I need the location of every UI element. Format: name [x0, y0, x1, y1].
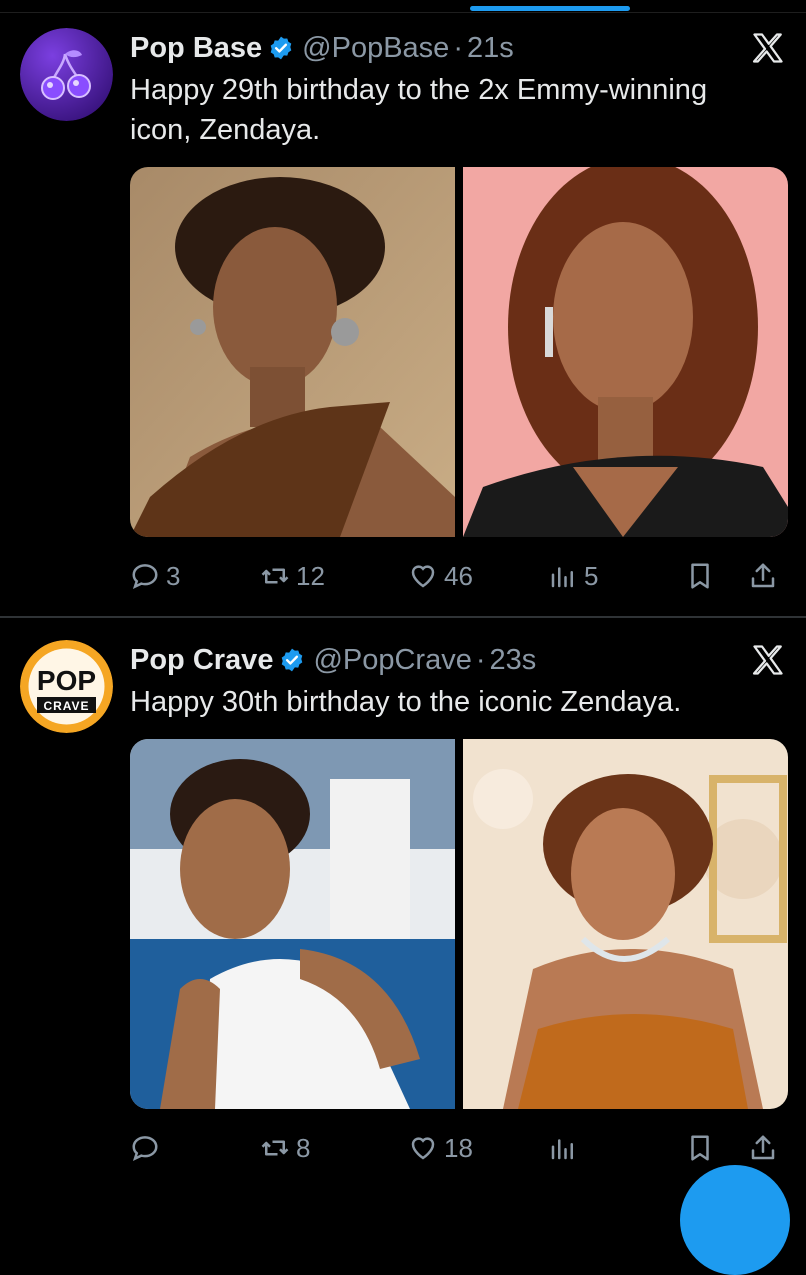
- repost-button[interactable]: 8: [260, 1128, 310, 1168]
- bookmark-button[interactable]: [685, 556, 721, 596]
- repost-count: 8: [296, 1136, 311, 1160]
- repost-icon: [261, 568, 289, 584]
- popcrave-avatar[interactable]: POP CRAVE: [20, 640, 113, 733]
- heart-icon: [411, 1137, 435, 1160]
- photo-zendaya-brown-dress[interactable]: [130, 167, 455, 537]
- views-icon: [551, 567, 573, 588]
- separator-dot: ·: [453, 31, 463, 64]
- tweet-header: Pop Base @PopBase · 21s: [130, 28, 514, 68]
- verified-badge-icon: [282, 648, 303, 672]
- post-time[interactable]: 21s: [467, 32, 514, 65]
- photo-zendaya-orange-gown[interactable]: [463, 739, 788, 1109]
- like-button[interactable]: 46: [408, 556, 473, 596]
- tweet-actions: 8 18: [130, 1128, 790, 1168]
- share-icon: [751, 1135, 775, 1160]
- like-button[interactable]: 18: [408, 1128, 473, 1168]
- like-count: 46: [444, 560, 473, 591]
- reply-icon: [132, 1136, 158, 1161]
- author-name[interactable]: Pop Base: [130, 32, 262, 65]
- reply-icon: [132, 564, 158, 589]
- tweet-actions: 3 12 46 5: [130, 556, 790, 596]
- bookmark-icon: [691, 563, 709, 589]
- tweet-popbase[interactable]: Pop Base @PopBase · 21s Happy 29th birth…: [0, 28, 806, 618]
- post-time[interactable]: 23s: [490, 644, 537, 677]
- reply-button[interactable]: 3: [130, 556, 180, 596]
- tweet-media[interactable]: [130, 167, 788, 537]
- x-logo-icon[interactable]: [750, 30, 786, 66]
- views-count: 5: [584, 560, 599, 591]
- views-button[interactable]: [548, 1128, 584, 1168]
- repost-icon: [261, 1140, 289, 1156]
- author-name[interactable]: Pop Crave: [130, 644, 273, 677]
- author-handle[interactable]: @PopBase: [302, 32, 449, 65]
- popcrave-logo-bottom: CRAVE: [43, 699, 89, 713]
- scroll-indicator: [470, 6, 630, 11]
- heart-icon: [411, 565, 435, 588]
- popcrave-logo-top: POP: [37, 665, 96, 696]
- popcrave-logo-icon: POP CRAVE: [20, 640, 113, 733]
- tweet-media[interactable]: [130, 739, 788, 1109]
- like-count: 18: [444, 1136, 473, 1160]
- compose-button[interactable]: [680, 1165, 790, 1275]
- share-icon: [751, 563, 775, 588]
- tweet-text: Happy 30th birthday to the iconic Zenday…: [130, 686, 682, 718]
- tweet-divider: [0, 616, 806, 618]
- tweet-text: Happy 29th birthday to the 2x Emmy-winni…: [130, 74, 708, 146]
- views-button[interactable]: 5: [548, 556, 598, 596]
- cherry-icon: [20, 28, 113, 121]
- top-divider: [0, 12, 806, 13]
- tweet-popcrave[interactable]: POP CRAVE Pop Crave @PopCrave · 23s Happ…: [0, 640, 806, 1200]
- photo-zendaya-tennis-court[interactable]: [130, 739, 455, 1109]
- share-button[interactable]: [748, 1128, 784, 1168]
- bookmark-button[interactable]: [685, 1128, 721, 1168]
- photo-zendaya-pink-backdrop[interactable]: [463, 167, 788, 537]
- popbase-avatar[interactable]: [20, 28, 113, 121]
- reply-count: 3: [166, 560, 181, 591]
- author-handle[interactable]: @PopCrave: [313, 644, 471, 677]
- views-icon: [551, 1139, 573, 1160]
- repost-button[interactable]: 12: [260, 556, 325, 596]
- repost-count: 12: [296, 560, 325, 591]
- share-button[interactable]: [748, 556, 784, 596]
- x-logo-icon[interactable]: [750, 642, 786, 678]
- reply-button[interactable]: [130, 1128, 166, 1168]
- separator-dot: ·: [475, 643, 486, 676]
- tweet-header: Pop Crave @PopCrave · 23s: [130, 640, 536, 680]
- verified-badge-icon: [270, 36, 292, 60]
- bookmark-icon: [691, 1135, 709, 1161]
